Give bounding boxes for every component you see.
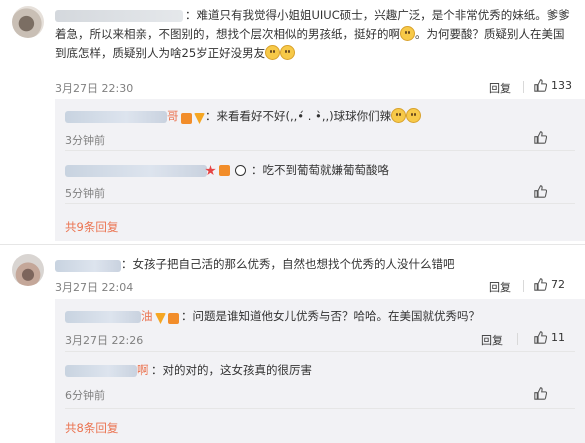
- reply-item: 油 ：问题是谁知道他女儿优秀与否？哈哈。在美国就优秀吗？ 3月27日 22:26…: [55, 299, 585, 352]
- crying-emoji-icon: [265, 45, 281, 60]
- reply-list: 哥 ：来看看好不好(,,•́ . •̀,,)球球你们辣 3分钟前 ：吃不到葡萄就…: [55, 99, 585, 241]
- reply-item: 啊 ：对的对的，这女孩真的很厉害 6分钟前: [55, 351, 585, 409]
- thumbs-up-icon: [534, 387, 547, 400]
- reply-item: ：吃不到葡萄就嫌葡萄酸咯 5分钟前: [55, 151, 585, 204]
- reply-text: ：来看看好不好(,,•́ . •̀,,)球球你们辣: [205, 107, 422, 126]
- reply-text: ：对的对的，这女孩真的很厉害: [151, 363, 312, 377]
- like-button[interactable]: 133: [534, 79, 572, 92]
- verified-badge-icon: [194, 113, 205, 124]
- reply-username-blurred[interactable]: [65, 311, 141, 323]
- avatar[interactable]: [12, 254, 44, 286]
- comment-time: 3月27日 22:30: [55, 82, 134, 95]
- more-replies-link[interactable]: 共9条回复: [65, 219, 118, 235]
- username-blurred[interactable]: [55, 260, 121, 272]
- thumbs-up-icon: [534, 79, 547, 92]
- thumbs-up-icon: [534, 278, 547, 291]
- comment-text: ：难道只有我觉得小姐姐UIUC硕士，兴趣广泛，是个非常优秀的妹纸。爹爹着急，所以…: [55, 8, 570, 60]
- verified-badge-icon: [155, 313, 166, 324]
- reply-username-tail[interactable]: 哥: [167, 107, 179, 126]
- more-replies-link[interactable]: 共8条回复: [65, 420, 118, 436]
- divider: [517, 333, 518, 345]
- reply-username-blurred[interactable]: [65, 365, 137, 377]
- reply-time: 6分钟前: [65, 389, 105, 402]
- reply-time: 5分钟前: [65, 187, 105, 200]
- reply-like-button[interactable]: [534, 131, 547, 144]
- reply-time: 3月27日 22:26: [65, 334, 144, 347]
- comment-text: ：女孩子把自己活的那么优秀，自然也想找个优秀的人没什么错吧: [121, 257, 455, 271]
- reply-text: ：问题是谁知道他女儿优秀与否？哈哈。在美国就优秀吗？: [181, 309, 480, 323]
- divider: [65, 203, 575, 204]
- crying-emoji-icon: [280, 45, 296, 60]
- reply-button[interactable]: 回复: [489, 279, 511, 295]
- divider: [523, 280, 524, 292]
- reply-button[interactable]: 回复: [481, 332, 503, 348]
- crying-emoji-icon: [391, 108, 407, 123]
- reply-like-button[interactable]: 11: [534, 331, 565, 344]
- thumbs-up-icon: [534, 331, 547, 344]
- smile-emoji-icon: [400, 26, 415, 41]
- divider: [65, 408, 575, 409]
- reply-like-button[interactable]: [534, 387, 547, 400]
- reply-time: 3分钟前: [65, 134, 105, 147]
- reply-text: ：吃不到葡萄就嫌葡萄酸咯: [251, 163, 389, 177]
- avatar[interactable]: [12, 6, 44, 38]
- member-badge-icon: [168, 313, 179, 324]
- reply-item: 哥 ：来看看好不好(,,•́ . •̀,,)球球你们辣 3分钟前: [55, 99, 585, 151]
- thumbs-up-icon: [534, 185, 547, 198]
- reply-username-tail[interactable]: 油: [141, 307, 153, 326]
- reply-list: 油 ：问题是谁知道他女儿优秀与否？哈哈。在美国就优秀吗？ 3月27日 22:26…: [55, 299, 585, 443]
- divider: [0, 244, 585, 245]
- divider: [523, 81, 524, 93]
- reply-button[interactable]: 回复: [489, 80, 511, 96]
- reply-username-tail[interactable]: 啊: [137, 361, 149, 380]
- comment-time: 3月27日 22:04: [55, 281, 134, 294]
- thumbs-up-icon: [534, 131, 547, 144]
- reply-like-button[interactable]: [534, 185, 547, 198]
- like-button[interactable]: 72: [534, 278, 565, 291]
- reply-username-blurred[interactable]: [65, 111, 167, 123]
- reply-username-blurred[interactable]: [65, 165, 207, 177]
- member-badge-icon: [219, 165, 230, 176]
- member-badge-icon: [181, 113, 192, 124]
- crying-emoji-icon: [406, 108, 422, 123]
- panda-badge-icon: [235, 165, 246, 176]
